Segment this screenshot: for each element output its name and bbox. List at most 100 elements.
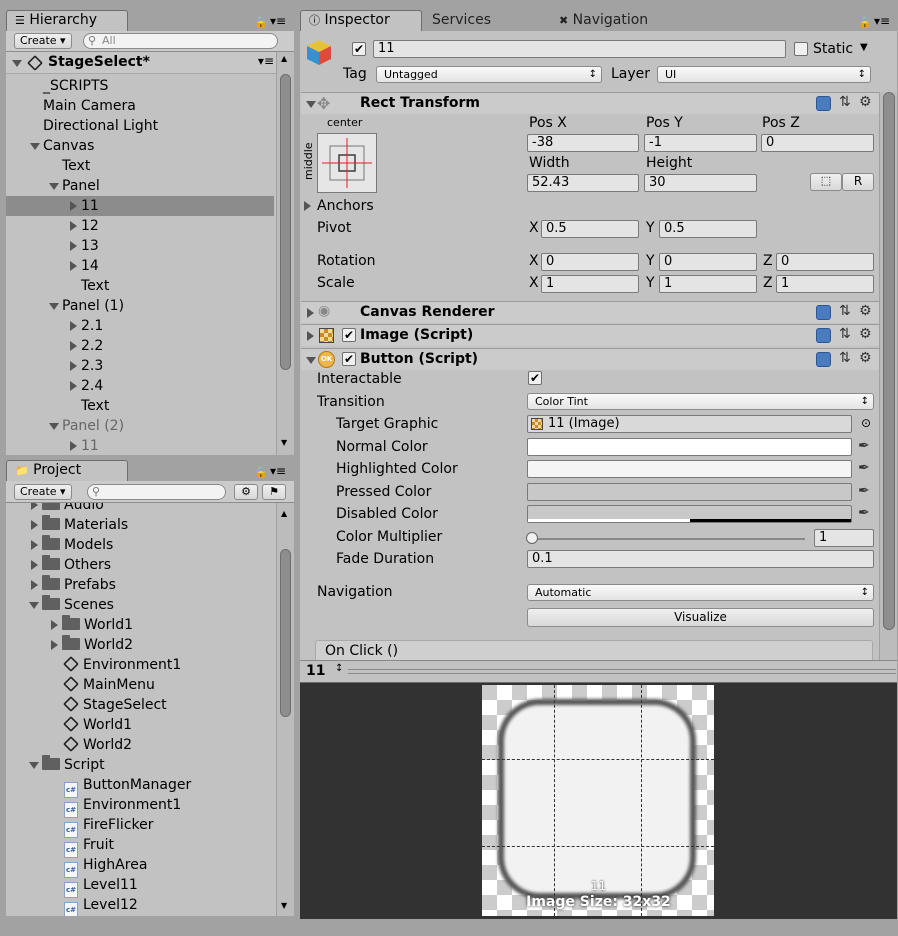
expand-arrow-icon[interactable] (70, 261, 77, 271)
project-search-input[interactable]: ⚲ (87, 484, 226, 500)
active-checkbox[interactable]: ✔ (352, 42, 366, 56)
expand-arrow-icon[interactable] (70, 321, 77, 331)
collapse-arrow-icon[interactable] (306, 101, 316, 108)
width-input[interactable]: 52.43 (527, 174, 639, 192)
visualize-button[interactable]: Visualize (527, 608, 874, 627)
button-enabled-checkbox[interactable]: ✔ (342, 352, 356, 366)
hierarchy-item[interactable]: Main Camera (6, 96, 274, 116)
project-item[interactable]: Environment1 (6, 655, 274, 675)
lock-icon[interactable]: 🔒 (858, 16, 872, 29)
collapse-arrow-icon[interactable] (49, 423, 59, 430)
hierarchy-item[interactable]: Text (6, 156, 274, 176)
project-item[interactable]: c# Level11 (6, 875, 274, 898)
expand-arrow-icon[interactable] (307, 331, 314, 341)
filter-by-type-button[interactable]: ⚙ (234, 484, 258, 500)
gear-icon[interactable]: ⚙ (859, 326, 872, 342)
project-item[interactable]: c# FireFlicker (6, 815, 274, 838)
scroll-down-icon[interactable]: ▼ (281, 901, 287, 910)
lock-icon[interactable]: 🔒 (254, 466, 268, 479)
canvas-renderer-header[interactable]: ◉ Canvas Renderer ⇅ ⚙ (301, 301, 881, 323)
collapse-arrow-icon[interactable] (29, 762, 39, 769)
gear-icon[interactable]: ⚙ (859, 94, 872, 110)
project-item[interactable]: c# Fruit (6, 835, 274, 858)
hierarchy-item[interactable]: 2.2 (6, 336, 274, 356)
collapse-arrow-icon[interactable] (29, 602, 39, 609)
preview-drag-bar[interactable] (348, 673, 896, 674)
project-item[interactable]: Models (6, 535, 274, 555)
panel-menu-icon[interactable]: ▾≡ (874, 14, 890, 28)
scroll-up-icon[interactable]: ▲ (281, 509, 287, 518)
scene-menu-icon[interactable]: ▾≡ (258, 54, 274, 68)
raw-edit-button[interactable]: R (842, 173, 874, 191)
project-item[interactable]: c# Level12 (6, 895, 274, 916)
color-multiplier-slider-track[interactable] (531, 538, 805, 540)
hierarchy-item[interactable]: Text (6, 276, 274, 296)
image-script-header[interactable]: ✔ Image (Script) ⇅ ⚙ (301, 324, 881, 346)
collapse-arrow-icon[interactable] (306, 357, 316, 364)
scene-header[interactable]: StageSelect* ▾≡ (6, 52, 282, 74)
hierarchy-scroll-thumb[interactable] (280, 74, 291, 370)
project-item[interactable]: World1 (6, 715, 274, 735)
posz-input[interactable]: 0 (761, 134, 874, 152)
project-create-button[interactable]: Create ▾ (14, 484, 72, 500)
expand-arrow-icon[interactable] (70, 241, 77, 251)
object-picker-icon[interactable]: ⊙ (861, 416, 871, 430)
inspector-scrollbar[interactable] (879, 92, 897, 660)
eyedropper-icon[interactable]: ✒ (858, 483, 870, 499)
target-graphic-field[interactable]: 11 (Image) (527, 415, 852, 433)
tag-dropdown[interactable]: Untagged (376, 66, 602, 83)
hierarchy-item[interactable]: Text (6, 396, 274, 416)
expand-arrow-icon[interactable] (70, 341, 77, 351)
preset-icon[interactable]: ⇅ (839, 303, 851, 319)
collapse-arrow-icon[interactable] (30, 143, 40, 150)
tab-hierarchy[interactable]: ☰ Hierarchy (6, 10, 128, 31)
gear-icon[interactable]: ⚙ (859, 350, 872, 366)
expand-arrow-icon[interactable] (31, 540, 38, 550)
hierarchy-item[interactable]: Directional Light (6, 116, 274, 136)
panel-menu-icon[interactable]: ▾≡ (270, 14, 286, 28)
height-input[interactable]: 30 (644, 174, 757, 192)
expand-arrow-icon[interactable] (12, 60, 22, 67)
hierarchy-item[interactable]: 13 (6, 236, 274, 256)
hierarchy-item[interactable]: _SCRIPTS (6, 76, 274, 96)
project-item[interactable]: World2 (6, 635, 274, 655)
button-script-header[interactable]: OK ✔ Button (Script) ⇅ ⚙ (301, 348, 881, 370)
expand-arrow-icon[interactable] (70, 201, 77, 211)
expand-arrow-icon[interactable] (307, 308, 314, 318)
tab-project[interactable]: 📁 Project (6, 460, 128, 481)
project-item[interactable]: Prefabs (6, 575, 274, 595)
hierarchy-item[interactable]: 11 (6, 196, 274, 216)
eyedropper-icon[interactable]: ✒ (858, 460, 870, 476)
eyedropper-icon[interactable]: ✒ (858, 505, 870, 521)
hierarchy-item[interactable]: 12 (6, 216, 274, 236)
rotation-x-input[interactable]: 0 (541, 253, 639, 271)
hierarchy-scrollbar[interactable]: ▲ ▼ (276, 52, 294, 455)
pivot-x-input[interactable]: 0.5 (541, 220, 639, 238)
object-name-input[interactable]: 11 (373, 40, 786, 58)
hierarchy-search-input[interactable]: ⚲ All (83, 33, 278, 49)
project-scroll-thumb[interactable] (280, 549, 291, 717)
preview-title[interactable]: 11 (306, 663, 325, 679)
layer-dropdown[interactable]: UI (657, 66, 871, 83)
project-item[interactable]: Script (6, 755, 274, 775)
project-item[interactable]: c# HighArea (6, 855, 274, 878)
scroll-up-icon[interactable]: ▲ (281, 54, 287, 63)
project-item[interactable]: World1 (6, 615, 274, 635)
static-dropdown-icon[interactable]: ▼ (860, 42, 868, 53)
hierarchy-item[interactable]: 2.1 (6, 316, 274, 336)
rotation-z-input[interactable]: 0 (776, 253, 874, 271)
lock-icon[interactable]: 🔒 (254, 16, 268, 29)
normal-color-swatch[interactable] (527, 438, 852, 456)
static-checkbox[interactable] (794, 42, 808, 56)
help-icon[interactable] (816, 305, 831, 320)
expand-arrow-icon[interactable] (31, 520, 38, 530)
updown-icon[interactable]: ↕ (335, 663, 343, 674)
posx-input[interactable]: -38 (527, 134, 639, 152)
scale-x-input[interactable]: 1 (541, 275, 639, 293)
hierarchy-create-button[interactable]: Create ▾ (14, 33, 72, 49)
project-scrollbar[interactable]: ▲ ▼ (276, 503, 294, 916)
project-item[interactable]: World2 (6, 735, 274, 755)
help-icon[interactable] (816, 328, 831, 343)
rotation-y-input[interactable]: 0 (659, 253, 757, 271)
inspector-scroll-thumb[interactable] (883, 92, 895, 630)
